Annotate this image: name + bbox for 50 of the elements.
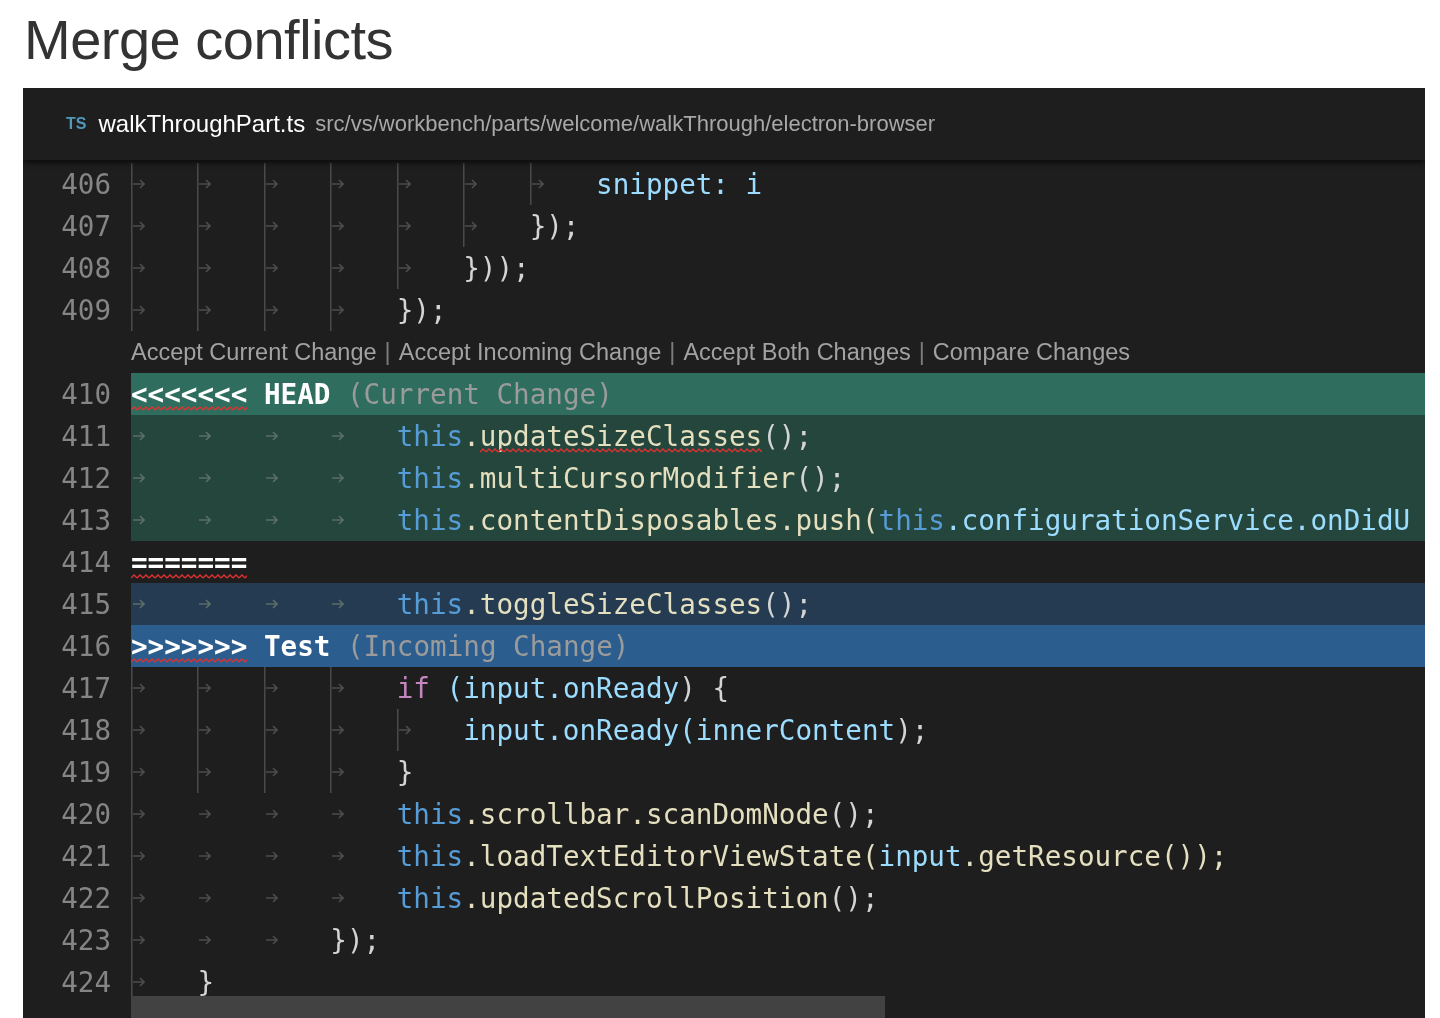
code-line: this.updatedScrollPosition();	[396, 881, 879, 915]
codelens-separator: |	[669, 338, 676, 366]
code-line: this.scrollbar.scanDomNode();	[396, 797, 879, 831]
code-line: });	[529, 209, 580, 243]
code-line: this.updateSizeClasses();	[396, 419, 813, 453]
code-line: }));	[463, 251, 530, 285]
code-line: this.contentDisposables.push(this.configurationService.onDidU	[396, 503, 1411, 537]
conflict-marker-line: >>>>>>> Test (Incoming Change)	[131, 629, 630, 663]
codelens-action[interactable]: Accept Current Change	[131, 338, 377, 366]
line-number: 408	[60, 251, 112, 285]
line-number: 422	[60, 881, 112, 915]
line-number: 406	[60, 167, 112, 201]
code-line: }	[197, 965, 215, 999]
line-number: 409	[60, 293, 112, 327]
conflict-marker-line: <<<<<<< HEAD (Current Change)	[131, 377, 613, 411]
conflict-marker-line: =======	[131, 545, 248, 579]
line-number: 407	[60, 209, 112, 243]
page-heading: Merge conflicts	[24, 7, 394, 73]
code-line: }	[396, 755, 414, 789]
file-type-label: TS	[66, 115, 87, 133]
line-number: 412	[60, 461, 112, 495]
line-number: 423	[60, 923, 112, 957]
code-line: this.toggleSizeClasses();	[396, 587, 813, 621]
code-line: this.multiCursorModifier();	[396, 461, 846, 495]
file-path: src/vs/workbench/parts/welcome/walkThrough/electron-browser	[315, 111, 936, 137]
line-number: 418	[60, 713, 112, 747]
line-number: 410	[60, 377, 112, 411]
code-line: if (input.onReady) {	[396, 671, 730, 705]
codelens-action[interactable]: Compare Changes	[932, 338, 1131, 366]
code-line: });	[396, 293, 447, 327]
line-number: 420	[60, 797, 112, 831]
line-number: 424	[60, 965, 112, 999]
codelens-separator: |	[918, 338, 925, 366]
code-line: });	[330, 923, 381, 957]
line-number: 416	[60, 629, 112, 663]
line-number: 414	[60, 545, 112, 579]
file-name[interactable]: walkThroughPart.ts	[98, 110, 306, 138]
line-number: 419	[60, 755, 112, 789]
line-number: 421	[60, 839, 112, 873]
codelens-separator: |	[384, 338, 391, 366]
line-number: 415	[60, 587, 112, 621]
code-line: snippet: i	[596, 167, 763, 201]
line-number: 417	[60, 671, 112, 705]
line-number: 413	[60, 503, 112, 537]
code-line: input.onReady(innerContent);	[463, 713, 929, 747]
code-line: this.loadTextEditorViewState(input.getResource());	[396, 839, 1228, 873]
horizontal-scrollbar[interactable]	[131, 996, 885, 1018]
codelens-action[interactable]: Accept Both Changes	[683, 338, 911, 366]
line-number: 411	[60, 419, 112, 453]
codelens-action[interactable]: Accept Incoming Change	[398, 338, 662, 366]
